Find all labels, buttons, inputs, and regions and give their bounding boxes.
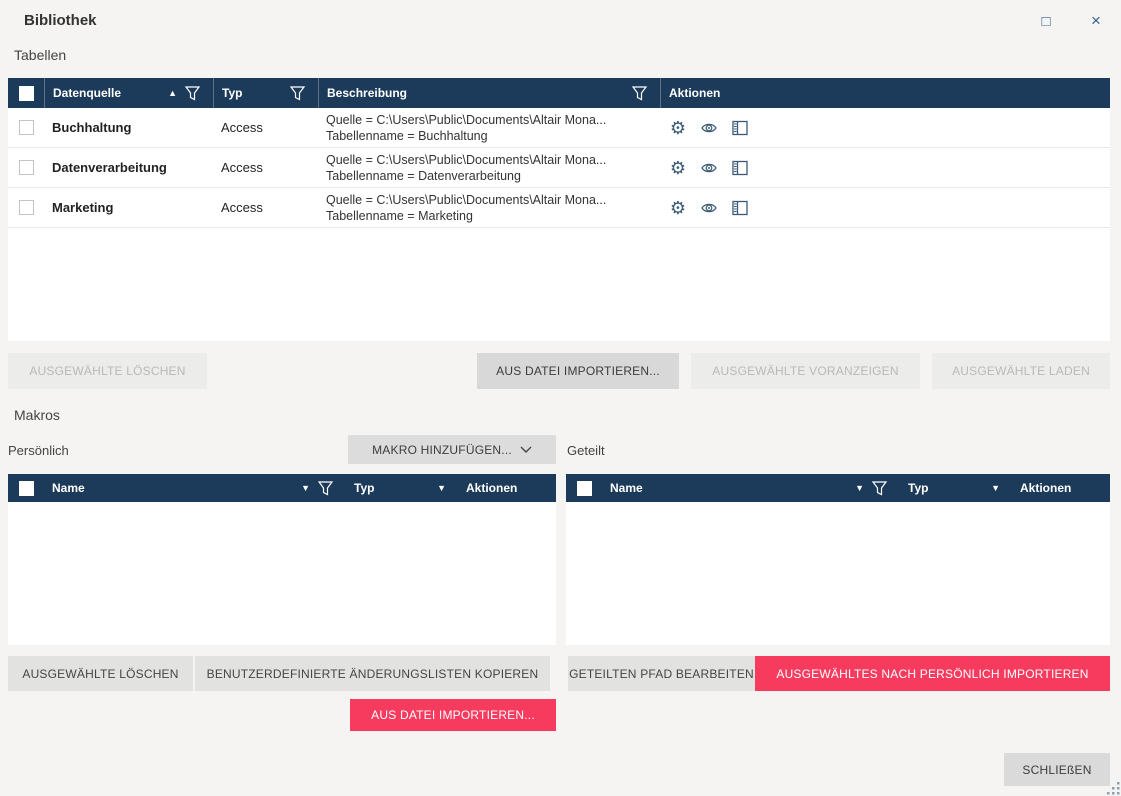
column-header-typ[interactable]: Typ ▼ [346,481,458,495]
column-label: Beschreibung [327,86,407,100]
column-label: Aktionen [1020,481,1071,495]
load-table-icon[interactable] [730,118,750,138]
shared-macros-header: Name ▼ Typ ▼ Aktionen [566,474,1110,502]
close-button[interactable]: SCHLIEßEN [1004,753,1110,786]
settings-gear-icon[interactable]: ⚙ [668,158,688,178]
preview-selected-button[interactable]: AUSGEWÄHLTE VORANZEIGEN [691,353,920,389]
sort-desc-icon: ▼ [991,483,1000,493]
filter-icon[interactable] [872,481,888,496]
import-table-from-file-button[interactable]: AUS DATEI IMPORTIEREN... [477,353,679,389]
checkbox-icon [19,86,34,101]
load-table-icon[interactable] [730,158,750,178]
column-header-aktionen: Aktionen [458,481,556,495]
filter-icon[interactable] [318,481,334,496]
filter-icon[interactable] [632,86,648,101]
maximize-icon[interactable]: □ [1035,10,1057,32]
resize-grip-icon[interactable] [1107,782,1120,795]
preview-eye-icon[interactable] [699,158,719,178]
row-datenquelle: Datenverarbeitung [44,160,213,175]
personal-macros-table: Name ▼ Typ ▼ Aktionen [8,474,556,645]
column-label: Typ [908,481,928,495]
sort-desc-icon: ▼ [437,483,446,493]
select-all-checkbox[interactable] [8,481,44,496]
row-checkbox[interactable] [19,200,34,215]
settings-gear-icon[interactable]: ⚙ [668,198,688,218]
table-row[interactable]: Marketing Access Quelle = C:\Users\Publi… [8,188,1110,228]
makros-section-label: Makros [14,407,60,423]
tables-section-label: Tabellen [14,47,66,63]
chevron-down-icon [520,445,532,454]
row-beschreibung: Quelle = C:\Users\Public\Documents\Altai… [318,152,660,184]
column-label: Typ [222,86,242,100]
column-header-typ[interactable]: Typ ▼ [900,481,1012,495]
preview-eye-icon[interactable] [699,118,719,138]
load-table-icon[interactable] [730,198,750,218]
column-header-aktionen: Aktionen [660,78,1110,108]
preview-eye-icon[interactable] [699,198,719,218]
select-all-checkbox[interactable] [566,481,602,496]
settings-gear-icon[interactable]: ⚙ [668,118,688,138]
row-checkbox[interactable] [19,120,34,135]
load-selected-button[interactable]: AUSGEWÄHLTE LADEN [932,353,1110,389]
sort-desc-icon: ▼ [855,483,864,493]
personal-label: Persönlich [8,443,69,458]
dialog-title: Bibliothek [24,12,97,29]
column-label: Datenquelle [53,86,121,100]
delete-selected-tables-button[interactable]: AUSGEWÄHLTE LÖSCHEN [8,353,207,389]
column-header-name[interactable]: Name ▼ [602,481,900,496]
column-header-aktionen: Aktionen [1012,481,1110,495]
import-selected-to-personal-button[interactable]: AUSGEWÄHLTES NACH PERSÖNLICH IMPORTIEREN [755,656,1110,691]
column-label: Aktionen [669,86,720,100]
column-label: Typ [354,481,374,495]
row-typ: Access [213,120,318,135]
close-icon[interactable]: × [1085,10,1107,32]
row-typ: Access [213,200,318,215]
tables-grid: Datenquelle ▲ Typ Beschreibung Aktionen … [8,78,1110,341]
table-row[interactable]: Buchhaltung Access Quelle = C:\Users\Pub… [8,108,1110,148]
delete-selected-macros-button[interactable]: AUSGEWÄHLTE LÖSCHEN [8,656,193,691]
column-header-typ[interactable]: Typ [213,78,318,108]
row-beschreibung: Quelle = C:\Users\Public\Documents\Altai… [318,112,660,144]
filter-icon[interactable] [185,86,201,101]
personal-macros-body [8,502,556,645]
copy-change-lists-button[interactable]: BENUTZERDEFINIERTE ÄNDERUNGSLISTEN KOPIE… [195,656,550,691]
table-row[interactable]: Datenverarbeitung Access Quelle = C:\Use… [8,148,1110,188]
shared-label: Geteilt [567,443,605,458]
column-header-beschreibung[interactable]: Beschreibung [318,78,660,108]
window-controls: □ × [1035,10,1107,32]
column-label: Name [52,481,85,495]
row-datenquelle: Marketing [44,200,213,215]
shared-macros-table: Name ▼ Typ ▼ Aktionen [566,474,1110,645]
personal-macros-header: Name ▼ Typ ▼ Aktionen [8,474,556,502]
column-header-name[interactable]: Name ▼ [44,481,346,496]
column-label: Name [610,481,643,495]
column-label: Aktionen [466,481,517,495]
shared-macros-body [566,502,1110,645]
column-header-datenquelle[interactable]: Datenquelle ▲ [44,78,213,108]
library-dialog: Bibliothek □ × Tabellen Datenquelle ▲ Ty… [0,0,1121,796]
checkbox-icon [19,481,34,496]
select-all-checkbox[interactable] [8,78,44,108]
add-macro-label: MAKRO HINZUFÜGEN... [372,443,512,457]
row-beschreibung: Quelle = C:\Users\Public\Documents\Altai… [318,192,660,224]
row-checkbox[interactable] [19,160,34,175]
sort-asc-icon: ▲ [168,88,177,98]
row-typ: Access [213,160,318,175]
checkbox-icon [577,481,592,496]
edit-shared-path-button[interactable]: GETEILTEN PFAD BEARBEITEN [568,656,755,691]
sort-desc-icon: ▼ [301,483,310,493]
tables-grid-header: Datenquelle ▲ Typ Beschreibung Aktionen [8,78,1110,108]
filter-icon[interactable] [290,86,306,101]
add-macro-button[interactable]: MAKRO HINZUFÜGEN... [348,435,556,464]
row-datenquelle: Buchhaltung [44,120,213,135]
import-macro-from-file-button[interactable]: AUS DATEI IMPORTIEREN... [350,699,556,731]
